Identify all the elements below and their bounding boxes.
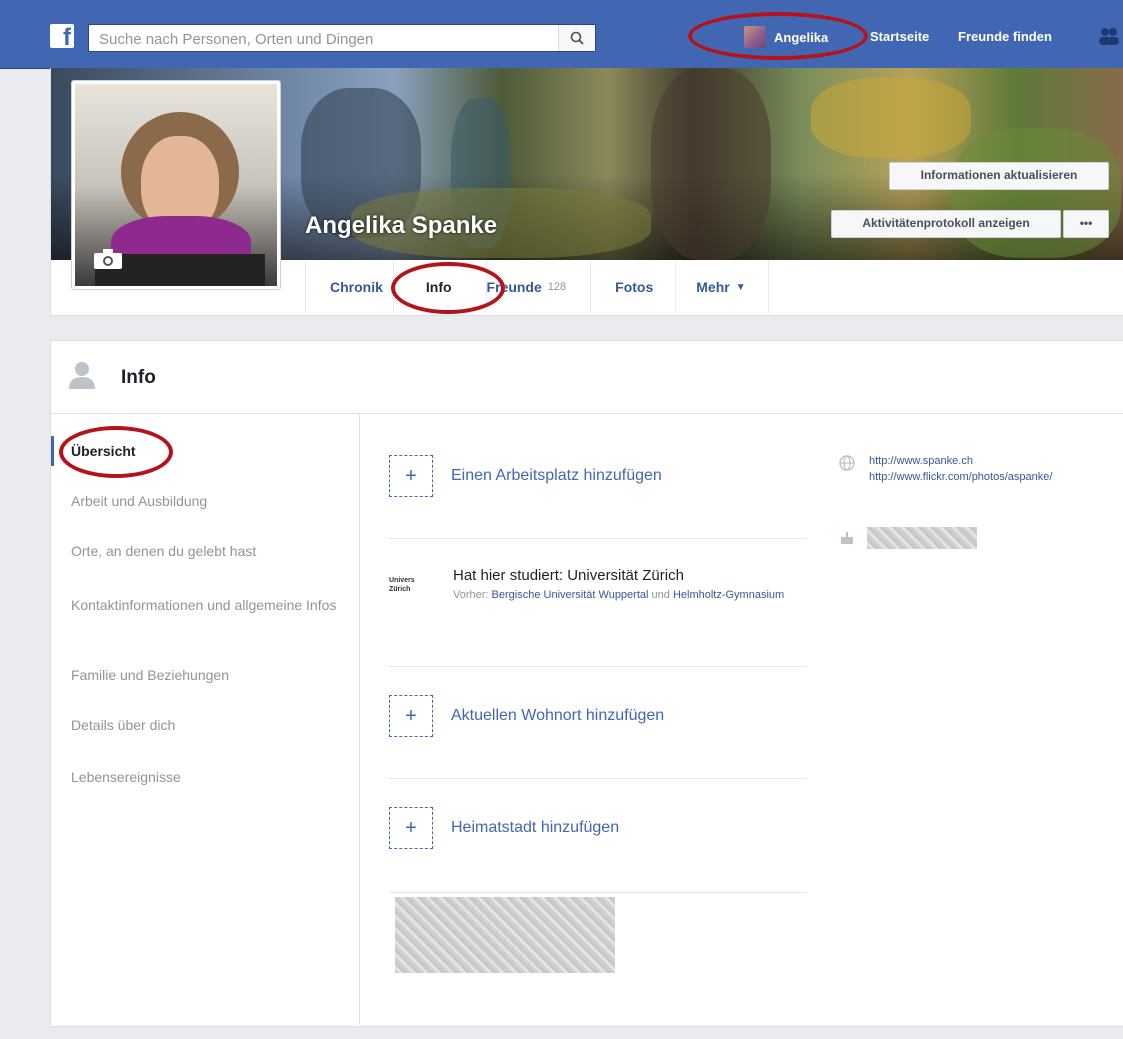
add-workplace-row[interactable]: + Einen Arbeitsplatz hinzufügen — [389, 455, 662, 497]
chevron-down-icon: ▼ — [735, 281, 746, 293]
university-logo: Univers Zürich — [389, 577, 415, 593]
profile-name: Angelika Spanke — [305, 212, 498, 239]
add-hometown-plus-icon: + — [389, 807, 433, 849]
profile-picture[interactable] — [71, 80, 281, 290]
camera-icon[interactable] — [93, 248, 123, 270]
sidebar-item-overview[interactable]: Übersicht — [71, 441, 136, 462]
person-icon — [69, 362, 95, 389]
tab-more[interactable]: Mehr ▼ — [676, 260, 769, 314]
info-title: Info — [121, 367, 156, 388]
nav-home-link[interactable]: Startseite — [870, 29, 929, 44]
sidebar-item-contact-info[interactable]: Kontaktinformationen und allgemeine Info… — [71, 595, 341, 616]
facebook-logo-icon[interactable]: f — [50, 24, 74, 51]
globe-icon — [839, 455, 855, 471]
add-current-city-label: Aktuellen Wohnort hinzufügen — [451, 707, 665, 724]
friends-count: 128 — [547, 281, 567, 293]
nav-avatar — [744, 26, 766, 48]
tab-timeline[interactable]: Chronik — [305, 260, 394, 314]
add-workplace-label: Einen Arbeitsplatz hinzufügen — [451, 467, 662, 484]
info-sidebar: Übersicht Arbeit und Ausbildung Orte, an… — [51, 413, 360, 1025]
profile-photo — [75, 84, 277, 286]
nav-profile-link[interactable]: Angelika — [744, 24, 828, 50]
top-navigation-bar: f Angelika Startseite Freunde finden — [0, 0, 1123, 69]
before-label: Vorher: — [453, 589, 489, 601]
search-bar — [88, 24, 596, 52]
sidebar-item-places-lived[interactable]: Orte, an denen du gelebt hast — [71, 541, 256, 562]
add-current-city-plus-icon: + — [389, 695, 433, 737]
tab-info[interactable]: Info — [394, 260, 487, 314]
active-indicator — [51, 436, 54, 466]
divider — [389, 666, 807, 667]
activity-log-button[interactable]: Aktivitätenprotokoll anzeigen — [831, 210, 1061, 238]
sidebar-item-family[interactable]: Familie und Beziehungen — [71, 665, 229, 686]
tab-photos[interactable]: Fotos — [591, 260, 677, 314]
sidebar-item-life-events[interactable]: Lebensereignisse — [71, 767, 181, 788]
divider — [389, 538, 807, 539]
search-input[interactable] — [97, 28, 551, 50]
facebook-logo-letter: f — [63, 24, 71, 51]
add-workplace-plus-icon: + — [389, 455, 433, 497]
search-button[interactable] — [558, 25, 595, 51]
add-hometown-row[interactable]: + Heimatstadt hinzufügen — [389, 807, 619, 849]
divider — [389, 892, 807, 893]
school-link-2[interactable]: Helmholtz-Gymnasium — [673, 589, 784, 601]
update-info-button[interactable]: Informationen aktualisieren — [889, 162, 1109, 190]
info-section: Info Übersicht Arbeit und Ausbildung Ort… — [50, 340, 1123, 1027]
profile-header: Angelika Spanke Informationen aktualisie… — [50, 68, 1123, 316]
redacted-birthday — [867, 527, 977, 549]
website-link-2[interactable]: http://www.flickr.com/photos/aspanke/ — [869, 469, 1089, 485]
add-hometown-label: Heimatstadt hinzufügen — [451, 819, 620, 836]
school-link-1[interactable]: Bergische Universität Wuppertal — [492, 589, 649, 601]
nav-user-name: Angelika — [774, 29, 829, 45]
search-icon — [570, 31, 584, 45]
sidebar-item-details[interactable]: Details über dich — [71, 715, 175, 736]
previous-schools: Vorher: Bergische Universität Wuppertal … — [453, 587, 813, 604]
studied-at-text[interactable]: Hat hier studiert: Universität Zürich — [453, 567, 684, 584]
info-header: Info — [51, 341, 1123, 414]
tab-friends[interactable]: Freunde 128 — [487, 260, 592, 314]
tab-more-label: Mehr — [696, 279, 730, 295]
website-link-1[interactable]: http://www.spanke.ch — [869, 453, 1089, 469]
tab-friends-label: Freunde — [486, 279, 542, 295]
sidebar-item-work-education[interactable]: Arbeit und Ausbildung — [71, 491, 207, 512]
more-options-button[interactable]: ••• — [1063, 210, 1109, 238]
birthday-cake-icon — [841, 532, 853, 544]
add-current-city-row[interactable]: + Aktuellen Wohnort hinzufügen — [389, 695, 664, 737]
redacted-content — [395, 897, 615, 973]
profile-tabs: Chronik Info Freunde 128 Fotos Mehr ▼ — [305, 260, 769, 314]
and-text: und — [651, 589, 670, 601]
divider — [389, 778, 807, 779]
friend-requests-icon[interactable] — [1098, 27, 1120, 45]
websites: http://www.spanke.ch http://www.flickr.c… — [869, 453, 1089, 485]
nav-find-friends-link[interactable]: Freunde finden — [958, 29, 1052, 44]
